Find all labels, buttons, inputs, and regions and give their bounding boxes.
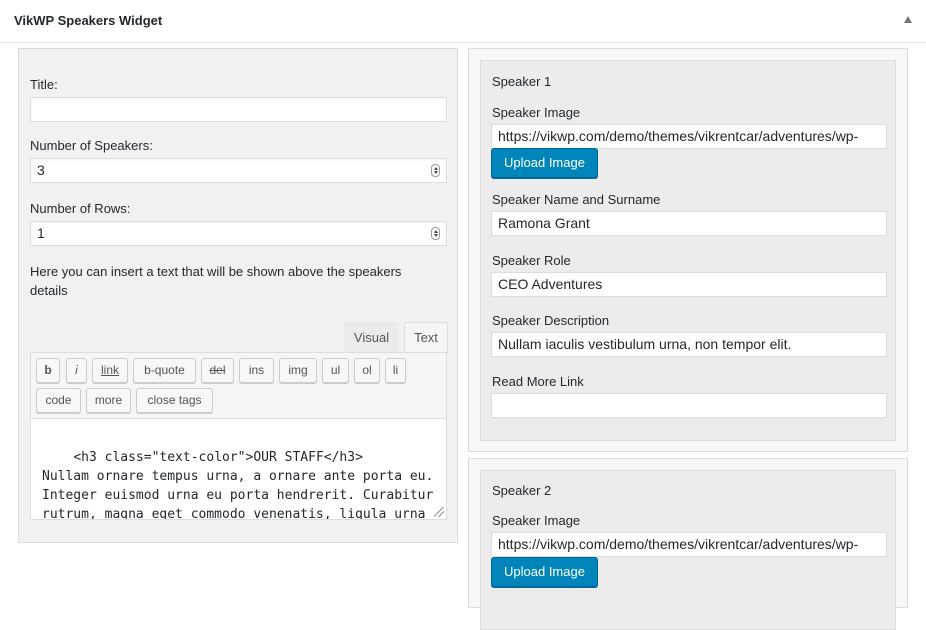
info-text: Here you can insert a text that will be …: [30, 264, 402, 298]
title-label: Title:: [30, 77, 58, 92]
speaker-1-desc-label: Speaker Description: [492, 313, 610, 328]
speaker-2-container: Speaker 2 Speaker Image https://vikwp.co…: [468, 458, 908, 630]
speaker-1-box: Speaker 1 Speaker Image https://vikwp.co…: [480, 60, 896, 441]
editor-textarea[interactable]: <h3 class="text-color">OUR STAFF</h3> Nu…: [30, 418, 447, 520]
num-rows-input[interactable]: 1: [30, 221, 447, 246]
speaker-2-upload-button[interactable]: Upload Image: [491, 557, 598, 587]
speaker-2-image-label: Speaker Image: [492, 513, 581, 528]
speaker-1-name-label: Speaker Name and Surname: [492, 192, 661, 207]
speaker-1-image-label: Speaker Image: [492, 105, 581, 120]
ul-button[interactable]: ul: [322, 358, 349, 383]
ol-button[interactable]: ol: [354, 358, 380, 383]
img-button[interactable]: img: [279, 358, 317, 383]
collapse-arrow-icon[interactable]: [904, 16, 912, 23]
speaker-1-role-input[interactable]: CEO Adventures: [491, 272, 887, 297]
speaker-1-role-label: Speaker Role: [492, 253, 571, 268]
tab-text[interactable]: Text: [404, 322, 448, 353]
editor-content: <h3 class="text-color">OUR STAFF</h3> Nu…: [42, 450, 434, 520]
widget-settings-panel: Title: Number of Speakers: 3 Number of R…: [18, 48, 458, 543]
close-tags-button[interactable]: close tags: [136, 388, 213, 413]
code-button[interactable]: code: [36, 388, 81, 413]
speaker-1-upload-button[interactable]: Upload Image: [491, 148, 598, 178]
speaker-1-link-label: Read More Link: [492, 374, 584, 389]
num-speakers-value: 3: [37, 162, 45, 178]
num-speakers-label: Number of Speakers:: [30, 138, 153, 153]
quicktags-toolbar: b i link b-quote del ins img ul ol li co…: [30, 352, 447, 418]
tab-visual[interactable]: Visual: [344, 322, 399, 353]
speaker-1-image-input[interactable]: https://vikwp.com/demo/themes/vikrentcar…: [491, 124, 887, 149]
li-button[interactable]: li: [385, 358, 406, 383]
speaker-1-name-input[interactable]: Ramona Grant: [491, 211, 887, 236]
ins-button[interactable]: ins: [239, 358, 274, 383]
widget-header[interactable]: VikWP Speakers Widget: [0, 0, 926, 43]
title-input[interactable]: [30, 97, 447, 122]
speaker-2-box: Speaker 2 Speaker Image https://vikwp.co…: [480, 470, 896, 630]
speaker-2-image-input[interactable]: https://vikwp.com/demo/themes/vikrentcar…: [491, 532, 887, 557]
speaker-1-heading: Speaker 1: [492, 74, 552, 89]
link-button[interactable]: link: [92, 358, 128, 383]
italic-button[interactable]: i: [66, 358, 87, 383]
more-button[interactable]: more: [86, 388, 131, 413]
speaker-1-desc-input[interactable]: Nullam iaculis vestibulum urna, non temp…: [491, 332, 887, 357]
bold-button[interactable]: b: [36, 358, 60, 383]
num-rows-label: Number of Rows:: [30, 201, 131, 216]
num-speakers-input[interactable]: 3: [30, 158, 447, 183]
num-rows-stepper-icon[interactable]: [431, 227, 440, 240]
del-button[interactable]: del: [201, 358, 234, 383]
num-speakers-stepper-icon[interactable]: [431, 164, 440, 177]
resize-grip-icon[interactable]: [434, 507, 444, 517]
speaker-1-container: Speaker 1 Speaker Image https://vikwp.co…: [468, 48, 908, 452]
num-rows-value: 1: [37, 225, 45, 241]
blockquote-button[interactable]: b-quote: [133, 358, 196, 383]
speaker-1-link-input[interactable]: [491, 393, 887, 418]
speaker-2-heading: Speaker 2: [492, 483, 552, 498]
widget-title: VikWP Speakers Widget: [14, 13, 163, 28]
